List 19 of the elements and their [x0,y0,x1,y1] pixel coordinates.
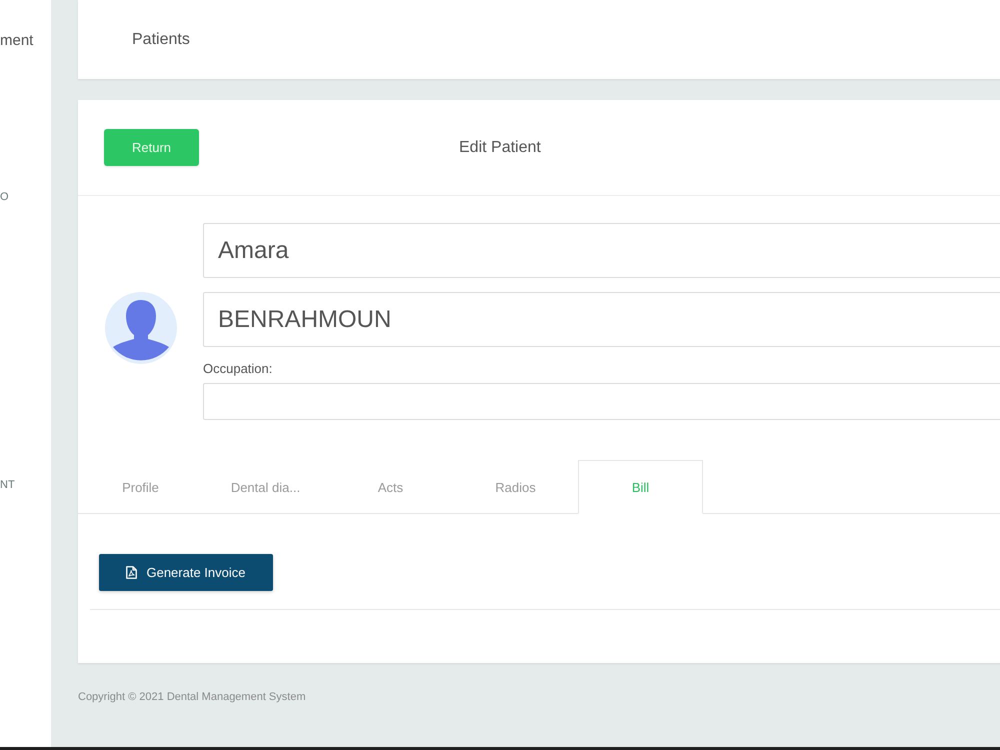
tab[interactable]: Acts [328,460,453,514]
tab[interactable]: Bill [578,460,703,514]
first-name-field[interactable]: Amara [203,223,1000,278]
sidebar-brand-text: ment [0,32,34,50]
tab[interactable]: Dental dia... [203,460,328,514]
occupation-field[interactable] [203,383,1000,420]
tab[interactable]: Radios [453,460,578,514]
avatar-icon [104,292,176,364]
return-button[interactable]: Return [104,129,199,166]
tab[interactable]: Profile [78,460,203,514]
sidebar-item[interactable]: O [0,190,9,204]
card-title: Edit Patient [459,138,541,156]
last-name-field[interactable]: BENRAHMOUN [203,292,1000,347]
generate-invoice-button[interactable]: Generate Invoice [99,554,273,591]
page-title: Patients [132,30,190,48]
occupation-label: Occupation: [203,361,272,377]
sidebar-item[interactable]: NT [0,478,15,492]
document-icon [126,566,138,579]
copyright-text: Copyright © 2021 Dental Management System [78,691,306,703]
